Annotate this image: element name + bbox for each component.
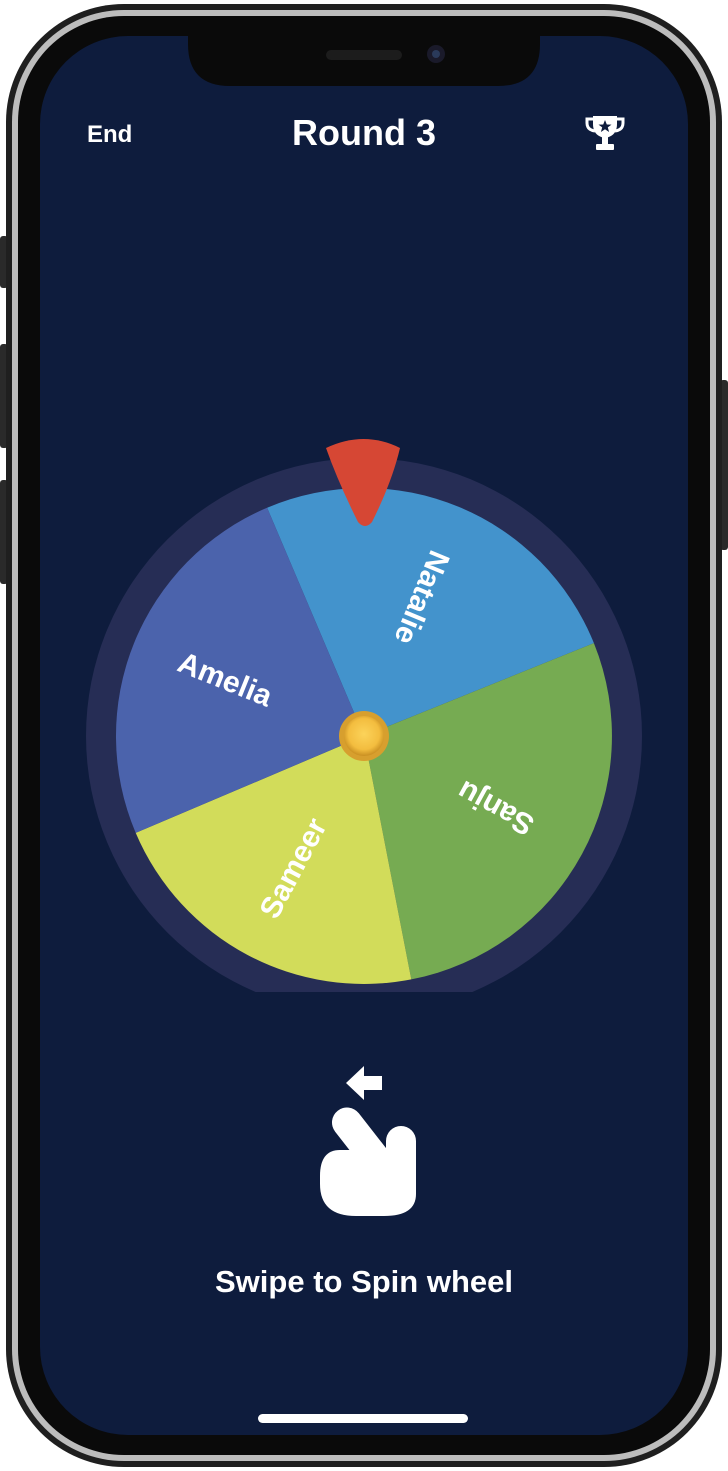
home-indicator (258, 1414, 468, 1423)
wheel-hub (344, 716, 384, 756)
trophy-icon[interactable] (584, 112, 626, 154)
swipe-hand-icon (320, 1066, 416, 1216)
app-screen: End Round 3 Natalie Sanju Sameer Amelia S (40, 36, 688, 1435)
spin-wheel[interactable]: NatalieSanjuSameerAmelia (86, 436, 642, 992)
notch (188, 36, 540, 86)
swipe-hint: Swipe to Spin wheel (215, 1264, 513, 1299)
